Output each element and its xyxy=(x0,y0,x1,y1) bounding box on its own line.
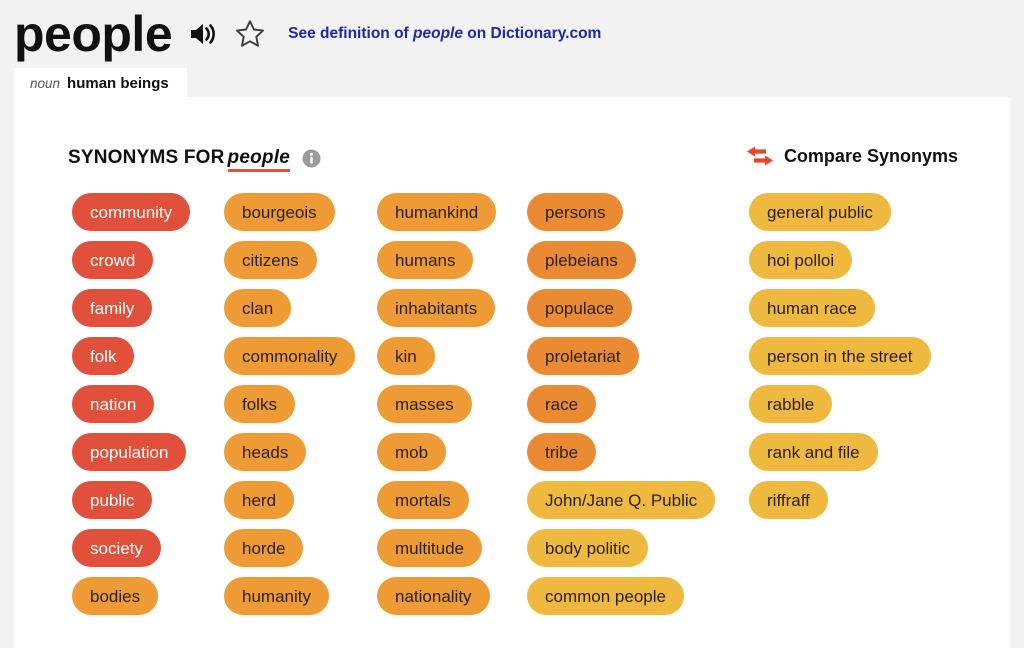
synonym-chip[interactable]: human race xyxy=(749,289,875,327)
synonym-chip[interactable]: general public xyxy=(749,193,891,231)
compare-synonyms-button[interactable]: Compare Synonyms xyxy=(746,145,958,167)
synonyms-title-word: people xyxy=(227,147,290,172)
synonym-chip[interactable]: plebeians xyxy=(527,241,636,279)
synonym-chip[interactable]: humankind xyxy=(377,193,497,231)
synonym-chip[interactable]: mortals xyxy=(377,481,469,519)
synonym-chip[interactable]: heads xyxy=(224,433,307,471)
favorite-button[interactable] xyxy=(234,18,288,50)
synonyms-title: SYNONYMS FOR people xyxy=(68,147,290,172)
compare-synonyms-label: Compare Synonyms xyxy=(783,145,958,166)
synonym-chip[interactable]: riffraff xyxy=(749,481,828,519)
synonym-chip[interactable]: rank and file xyxy=(749,433,878,471)
synonym-chip[interactable]: multitude xyxy=(377,529,482,567)
synonym-chip[interactable]: family xyxy=(72,289,153,327)
synonym-chip[interactable]: public xyxy=(72,481,153,519)
synonym-chip[interactable]: persons xyxy=(527,193,624,231)
synonym-chip[interactable]: inhabitants xyxy=(377,289,496,327)
synonym-chip[interactable]: rabble xyxy=(749,385,833,423)
synonym-chip[interactable]: folk xyxy=(72,337,135,375)
synonyms-title-prefix: SYNONYMS FOR xyxy=(68,147,225,168)
synonym-columns: community crowd family folk nation population… xyxy=(72,193,979,625)
synonym-column-1: community crowd family folk nation population… xyxy=(72,193,224,625)
synonym-chip[interactable]: hoi polloi xyxy=(749,241,853,279)
synonyms-card: SYNONYMS FOR people Compare Synonyms comm… xyxy=(14,97,1010,648)
synonym-chip[interactable]: bodies xyxy=(72,577,159,615)
thesaurus-page: people See definition of people on Dicti… xyxy=(0,0,1024,648)
synonym-chip[interactable]: kin xyxy=(377,337,435,375)
synonym-chip[interactable]: nationality xyxy=(377,577,490,615)
synonym-chip[interactable]: mob xyxy=(377,433,447,471)
synonym-chip[interactable]: masses xyxy=(377,385,472,423)
synonym-chip[interactable]: humans xyxy=(377,241,474,279)
synonym-chip[interactable]: bourgeois xyxy=(224,193,335,231)
see-definition-word: people xyxy=(413,25,463,42)
synonym-chip[interactable]: proletariat xyxy=(527,337,639,375)
synonym-chip[interactable]: clan xyxy=(224,289,292,327)
info-icon[interactable] xyxy=(302,149,321,168)
see-definition-link[interactable]: See definition of people on Dictionary.c… xyxy=(288,25,601,43)
synonym-chip[interactable]: commonality xyxy=(224,337,356,375)
synonym-chip[interactable]: body politic xyxy=(527,529,649,567)
synonym-chip[interactable]: crowd xyxy=(72,241,154,279)
speaker-icon xyxy=(188,19,218,49)
synonym-chip[interactable]: common people xyxy=(527,577,684,615)
synonyms-heading: SYNONYMS FOR people xyxy=(68,147,321,172)
synonym-chip[interactable]: nation xyxy=(72,385,155,423)
tab-part-of-speech: noun xyxy=(30,75,61,91)
see-definition-prefix: See definition of xyxy=(288,25,414,42)
synonym-chip[interactable]: herd xyxy=(224,481,295,519)
see-definition-suffix: on Dictionary.com xyxy=(462,25,602,42)
synonym-chip[interactable]: person in the street xyxy=(749,337,931,375)
synonym-column-4: persons plebeians populace proletariat race t… xyxy=(527,193,749,625)
sense-tabbar: noun human beings xyxy=(14,68,187,98)
synonym-chip[interactable]: folks xyxy=(224,385,295,423)
star-icon xyxy=(234,18,266,50)
synonym-chip[interactable]: horde xyxy=(224,529,304,567)
synonym-column-2: bourgeois citizens clan commonality folks hea… xyxy=(224,193,377,625)
synonym-chip[interactable]: humanity xyxy=(224,577,329,615)
page-header: people See definition of people on Dicti… xyxy=(0,0,1024,68)
pronounce-button[interactable] xyxy=(188,19,234,49)
synonym-chip[interactable]: society xyxy=(72,529,161,567)
page-title: people xyxy=(14,6,173,62)
synonym-chip[interactable]: population xyxy=(72,433,187,471)
synonym-chip[interactable]: John/Jane Q. Public xyxy=(527,481,716,519)
tab-noun-human-beings[interactable]: noun human beings xyxy=(14,68,187,98)
synonym-chip[interactable]: community xyxy=(72,193,191,231)
synonym-chip[interactable]: citizens xyxy=(224,241,317,279)
compare-arrows-icon xyxy=(746,145,774,167)
synonym-chip[interactable]: populace xyxy=(527,289,633,327)
synonym-chip[interactable]: race xyxy=(527,385,597,423)
synonym-column-5: general public hoi polloi human race person… xyxy=(749,193,979,625)
synonym-chip[interactable]: tribe xyxy=(527,433,597,471)
synonym-column-3: humankind humans inhabitants kin masses mob mo… xyxy=(377,193,527,625)
tab-sense-label: human beings xyxy=(67,74,169,92)
